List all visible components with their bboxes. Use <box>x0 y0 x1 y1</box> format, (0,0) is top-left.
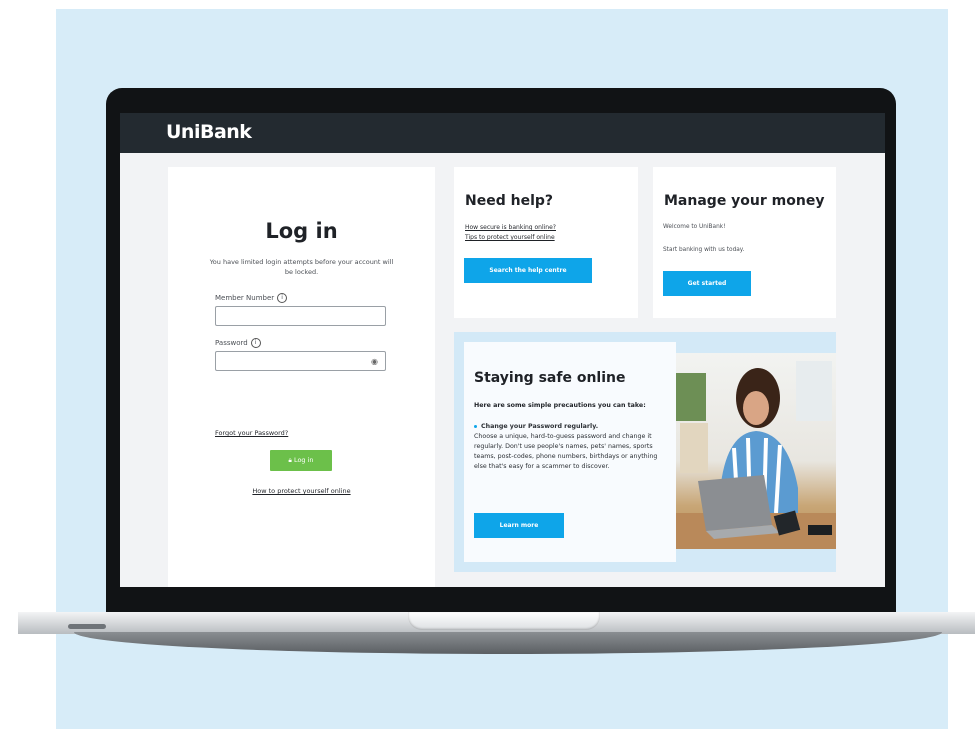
safety-tip: Change your Password regularly. Choose a… <box>474 422 672 472</box>
help-link-security[interactable]: How secure is banking online? <box>465 224 556 231</box>
member-number-input[interactable] <box>215 306 386 326</box>
help-title: Need help? <box>465 193 554 209</box>
learn-more-button[interactable]: Learn more <box>474 513 564 538</box>
laptop-screen: UniBank Log in You have limited login at… <box>120 113 885 587</box>
manage-money-card: Manage your money Welcome to UniBank! St… <box>653 167 836 318</box>
login-button[interactable]: 🔒︎ Log in <box>270 450 332 471</box>
password-label: Password i <box>215 338 261 348</box>
manage-welcome: Welcome to UniBank! <box>663 224 726 230</box>
top-nav-bar: UniBank <box>120 113 885 153</box>
help-card: Need help? How secure is banking online?… <box>454 167 638 318</box>
safety-panel: Staying safe online Here are some simple… <box>454 332 836 572</box>
login-card: Log in You have limited login attempts b… <box>168 167 435 587</box>
woman-laptop-photo <box>676 353 836 549</box>
safety-title: Staying safe online <box>474 370 626 386</box>
member-number-label-text: Member Number <box>215 294 275 302</box>
safety-intro: Here are some simple precautions you can… <box>474 402 646 409</box>
member-number-label: Member Number i <box>215 293 288 303</box>
info-icon[interactable]: i <box>277 293 288 303</box>
login-title: Log in <box>265 219 338 243</box>
forgot-password-link[interactable]: Forgot your Password? <box>215 429 288 437</box>
safety-tip-title: Change your Password regularly. <box>481 423 599 430</box>
manage-subtitle: Start banking with us today. <box>663 247 745 253</box>
laptop-port <box>68 624 106 629</box>
eye-icon[interactable]: ◉ <box>371 358 378 366</box>
password-label-text: Password <box>215 339 248 347</box>
safety-tip-body: Choose a unique, hard-to-guess password … <box>474 433 658 470</box>
protect-yourself-link[interactable]: How to protect yourself online <box>168 487 435 495</box>
bullet-icon <box>474 424 477 428</box>
help-link-tips[interactable]: Tips to protect yourself online <box>465 234 555 241</box>
login-button-label: Log in <box>293 456 314 464</box>
laptop-notch <box>408 612 600 630</box>
photo-illustration <box>676 361 836 549</box>
get-started-button[interactable]: Get started <box>663 271 751 296</box>
password-input[interactable]: ◉ <box>215 351 386 371</box>
login-warning: You have limited login attempts before y… <box>209 258 394 276</box>
brand-logo[interactable]: UniBank <box>166 121 252 143</box>
info-icon[interactable]: i <box>250 338 261 348</box>
search-help-button[interactable]: Search the help centre <box>464 258 592 283</box>
safety-text-card: Staying safe online Here are some simple… <box>464 342 676 562</box>
manage-title: Manage your money <box>664 193 825 209</box>
